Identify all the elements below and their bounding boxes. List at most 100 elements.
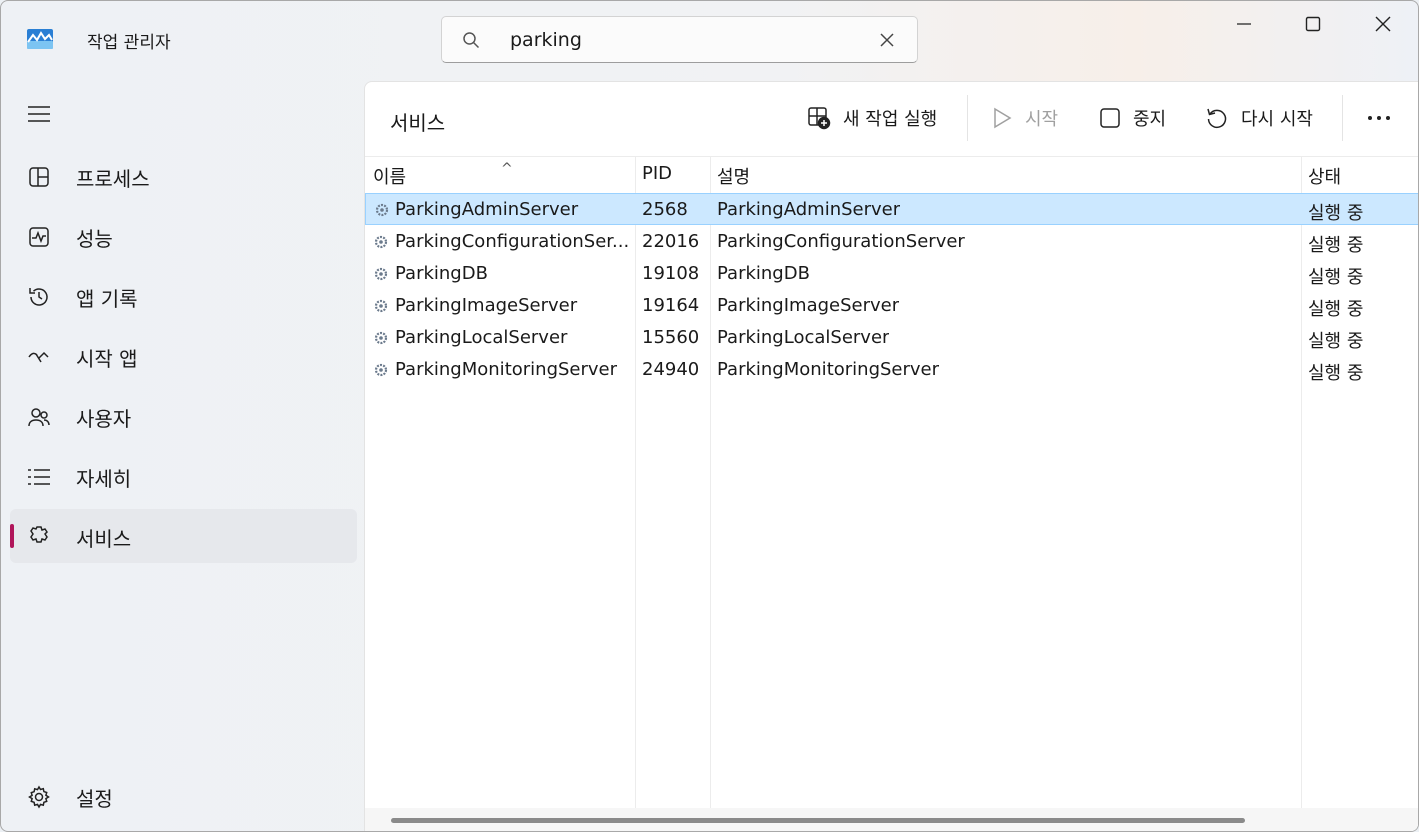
restart-label: 다시 시작 — [1241, 109, 1313, 130]
service-pid: 24940 — [642, 359, 700, 380]
service-name: ParkingLocalServer — [395, 327, 568, 348]
service-gear-icon — [374, 267, 388, 281]
details-icon — [27, 465, 51, 489]
more-options-button[interactable] — [1366, 100, 1392, 136]
restart-button[interactable]: 다시 시작 — [1205, 100, 1313, 136]
stop-label: 중지 — [1133, 109, 1167, 130]
sidebar-item-label: 시작 앱 — [76, 347, 138, 371]
sidebar-item-label: 앱 기록 — [76, 287, 138, 311]
close-window-button[interactable] — [1348, 1, 1418, 47]
service-name: ParkingDB — [395, 263, 488, 284]
processes-icon — [27, 165, 51, 189]
run-new-task-label: 새 작업 실행 — [843, 109, 938, 130]
sidebar-item-details[interactable]: 자세히 — [10, 449, 357, 503]
performance-icon — [27, 225, 51, 249]
column-header-pid[interactable]: PID — [642, 163, 672, 184]
task-manager-window: 작업 관리자 프로세스 — [0, 0, 1419, 832]
service-pid: 19108 — [642, 263, 700, 284]
sidebar-item-users[interactable]: 사용자 — [10, 389, 357, 443]
toolbar-divider — [967, 95, 968, 141]
stop-icon — [1100, 108, 1120, 128]
sidebar-item-label: 자세히 — [76, 467, 132, 491]
restart-icon — [1207, 108, 1227, 128]
close-window-icon — [1375, 16, 1391, 32]
service-gear-icon — [375, 203, 389, 217]
service-description: ParkingAdminServer — [717, 199, 901, 220]
table-row[interactable]: ParkingAdminServer 2568 ParkingAdminServ… — [365, 193, 1418, 225]
start-label: 시작 — [1025, 109, 1059, 130]
maximize-button[interactable] — [1278, 1, 1348, 47]
services-icon — [27, 525, 51, 549]
close-icon[interactable] — [878, 31, 896, 49]
table-row[interactable]: ParkingMonitoringServer 24940 ParkingMon… — [365, 354, 1418, 386]
users-icon — [27, 405, 51, 429]
new-task-icon — [808, 107, 831, 130]
table-row[interactable]: ParkingLocalServer 15560 ParkingLocalSer… — [365, 322, 1418, 354]
play-icon — [994, 107, 1012, 129]
start-button[interactable]: 시작 — [991, 100, 1058, 136]
service-description: ParkingConfigurationServer — [717, 231, 965, 252]
service-pid: 19164 — [642, 295, 700, 316]
service-gear-icon — [374, 331, 388, 345]
service-pid: 22016 — [642, 231, 700, 252]
toolbar-divider — [1342, 95, 1343, 141]
maximize-icon — [1305, 16, 1321, 32]
service-description: ParkingMonitoringServer — [717, 359, 940, 380]
column-header-status[interactable]: 상태 — [1308, 163, 1341, 189]
service-pid: 2568 — [642, 199, 688, 220]
table-row[interactable]: ParkingConfigurationSer... 22016 Parking… — [365, 226, 1418, 258]
service-gear-icon — [374, 363, 388, 377]
sidebar-item-services[interactable]: 서비스 — [10, 509, 357, 563]
service-description: ParkingLocalServer — [717, 327, 890, 348]
minimize-button[interactable] — [1209, 1, 1279, 47]
hamburger-menu-button[interactable] — [27, 103, 51, 125]
app-title: 작업 관리자 — [87, 33, 171, 53]
sidebar-item-processes[interactable]: 프로세스 — [10, 149, 357, 203]
service-pid: 15560 — [642, 327, 700, 348]
history-icon — [27, 285, 51, 309]
search-icon — [463, 32, 480, 49]
column-header-description[interactable]: 설명 — [717, 163, 750, 189]
service-status: 실행 중 — [1308, 363, 1364, 384]
sidebar-item-app-history[interactable]: 앱 기록 — [10, 269, 357, 323]
search-input[interactable] — [510, 26, 850, 54]
more-icon — [1368, 116, 1390, 120]
sidebar-item-label: 프로세스 — [76, 167, 150, 191]
sidebar-item-settings[interactable]: 설정 — [10, 769, 357, 823]
column-header-name[interactable]: 이름 ^ — [373, 161, 513, 189]
service-status: 실행 중 — [1308, 203, 1364, 224]
page-title: 서비스 — [390, 111, 446, 135]
table-header: 이름 ^ PID 설명 상태 — [365, 156, 1418, 189]
service-name: ParkingImageServer — [395, 295, 578, 316]
service-name: ParkingConfigurationSer... — [395, 231, 630, 252]
active-indicator — [10, 524, 14, 548]
search-box[interactable] — [441, 16, 918, 63]
sidebar-item-label: 서비스 — [76, 527, 132, 551]
sidebar-item-label: 성능 — [76, 227, 113, 251]
horizontal-scrollbar-thumb[interactable] — [391, 818, 1245, 823]
service-description: ParkingImageServer — [717, 295, 900, 316]
task-manager-app-icon — [27, 29, 53, 49]
minimize-icon — [1237, 23, 1251, 25]
sort-ascending-icon: ^ — [501, 161, 513, 177]
service-status: 실행 중 — [1308, 331, 1364, 352]
service-gear-icon — [374, 235, 388, 249]
service-name: ParkingAdminServer — [395, 199, 579, 220]
service-name: ParkingMonitoringServer — [395, 359, 618, 380]
service-status: 실행 중 — [1308, 235, 1364, 256]
service-gear-icon — [374, 299, 388, 313]
table-row[interactable]: ParkingImageServer 19164 ParkingImageSer… — [365, 290, 1418, 322]
service-status: 실행 중 — [1308, 267, 1364, 288]
service-description: ParkingDB — [717, 263, 810, 284]
services-panel: 서비스 새 작업 실행 시작 중지 다시 시작 이름 ^ PID 설명 상태 P… — [364, 81, 1418, 831]
run-new-task-button[interactable]: 새 작업 실행 — [807, 100, 937, 136]
startup-icon — [27, 345, 51, 369]
hamburger-icon — [28, 106, 50, 122]
sidebar-item-startup-apps[interactable]: 시작 앱 — [10, 329, 357, 383]
stop-button[interactable]: 중지 — [1099, 100, 1166, 136]
table-row[interactable]: ParkingDB 19108 ParkingDB 실행 중 — [365, 258, 1418, 290]
sidebar-item-label: 사용자 — [76, 407, 132, 431]
sidebar-item-performance[interactable]: 성능 — [10, 209, 357, 263]
sidebar-item-label: 설정 — [76, 787, 113, 811]
gear-icon — [27, 785, 51, 809]
